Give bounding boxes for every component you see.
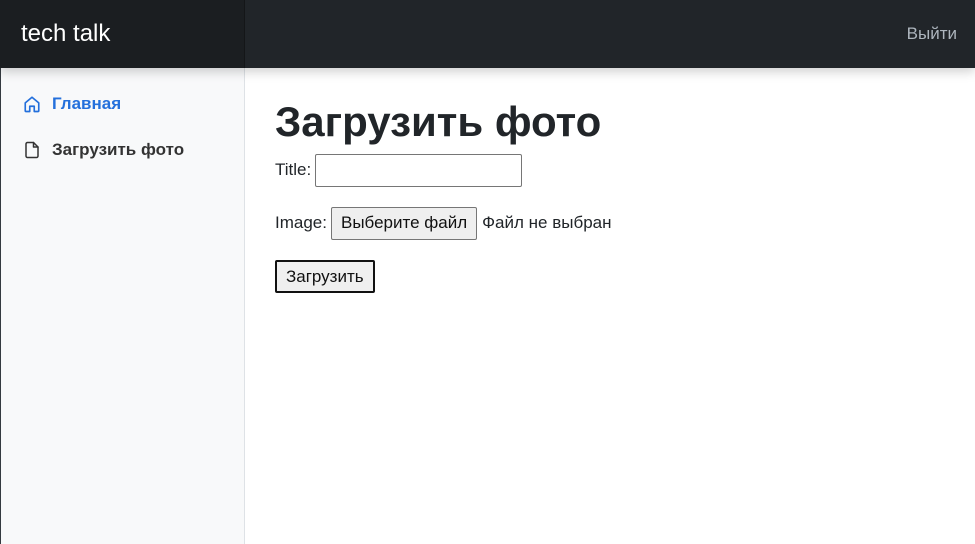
file-icon bbox=[23, 141, 41, 159]
main-content: Загрузить фото Title: Image: Выберите фа… bbox=[275, 68, 965, 293]
sidebar-link-home[interactable]: Главная bbox=[1, 92, 244, 115]
page-title: Загрузить фото bbox=[275, 98, 602, 145]
home-icon bbox=[23, 95, 41, 113]
top-navbar: tech talk Выйти bbox=[0, 0, 975, 68]
brand-link[interactable]: tech talk bbox=[0, 0, 245, 68]
upload-submit-button[interactable]: Загрузить bbox=[275, 260, 375, 293]
upload-form: Title: Image: Выберите файл Файл не выбр… bbox=[275, 153, 965, 293]
sidebar-item-label: Главная bbox=[52, 93, 122, 113]
sidebar: Главная Загрузить фото bbox=[0, 68, 245, 544]
sidebar-link-upload[interactable]: Загрузить фото bbox=[1, 138, 244, 161]
sidebar-nav: Главная Загрузить фото bbox=[1, 68, 244, 161]
sidebar-item-upload: Загрузить фото bbox=[1, 138, 244, 161]
title-row: Title: bbox=[275, 153, 965, 187]
choose-file-button[interactable]: Выберите файл bbox=[330, 206, 478, 240]
image-row: Image: Выберите файл Файл не выбран bbox=[275, 206, 965, 240]
title-input[interactable] bbox=[315, 153, 523, 187]
sidebar-item-home: Главная bbox=[1, 92, 244, 115]
sidebar-item-label: Загрузить фото bbox=[52, 139, 185, 159]
file-status-text: Файл не выбран bbox=[482, 213, 612, 232]
title-label: Title: bbox=[275, 160, 312, 179]
signout-link[interactable]: Выйти bbox=[907, 0, 957, 68]
image-label: Image: bbox=[275, 213, 327, 232]
